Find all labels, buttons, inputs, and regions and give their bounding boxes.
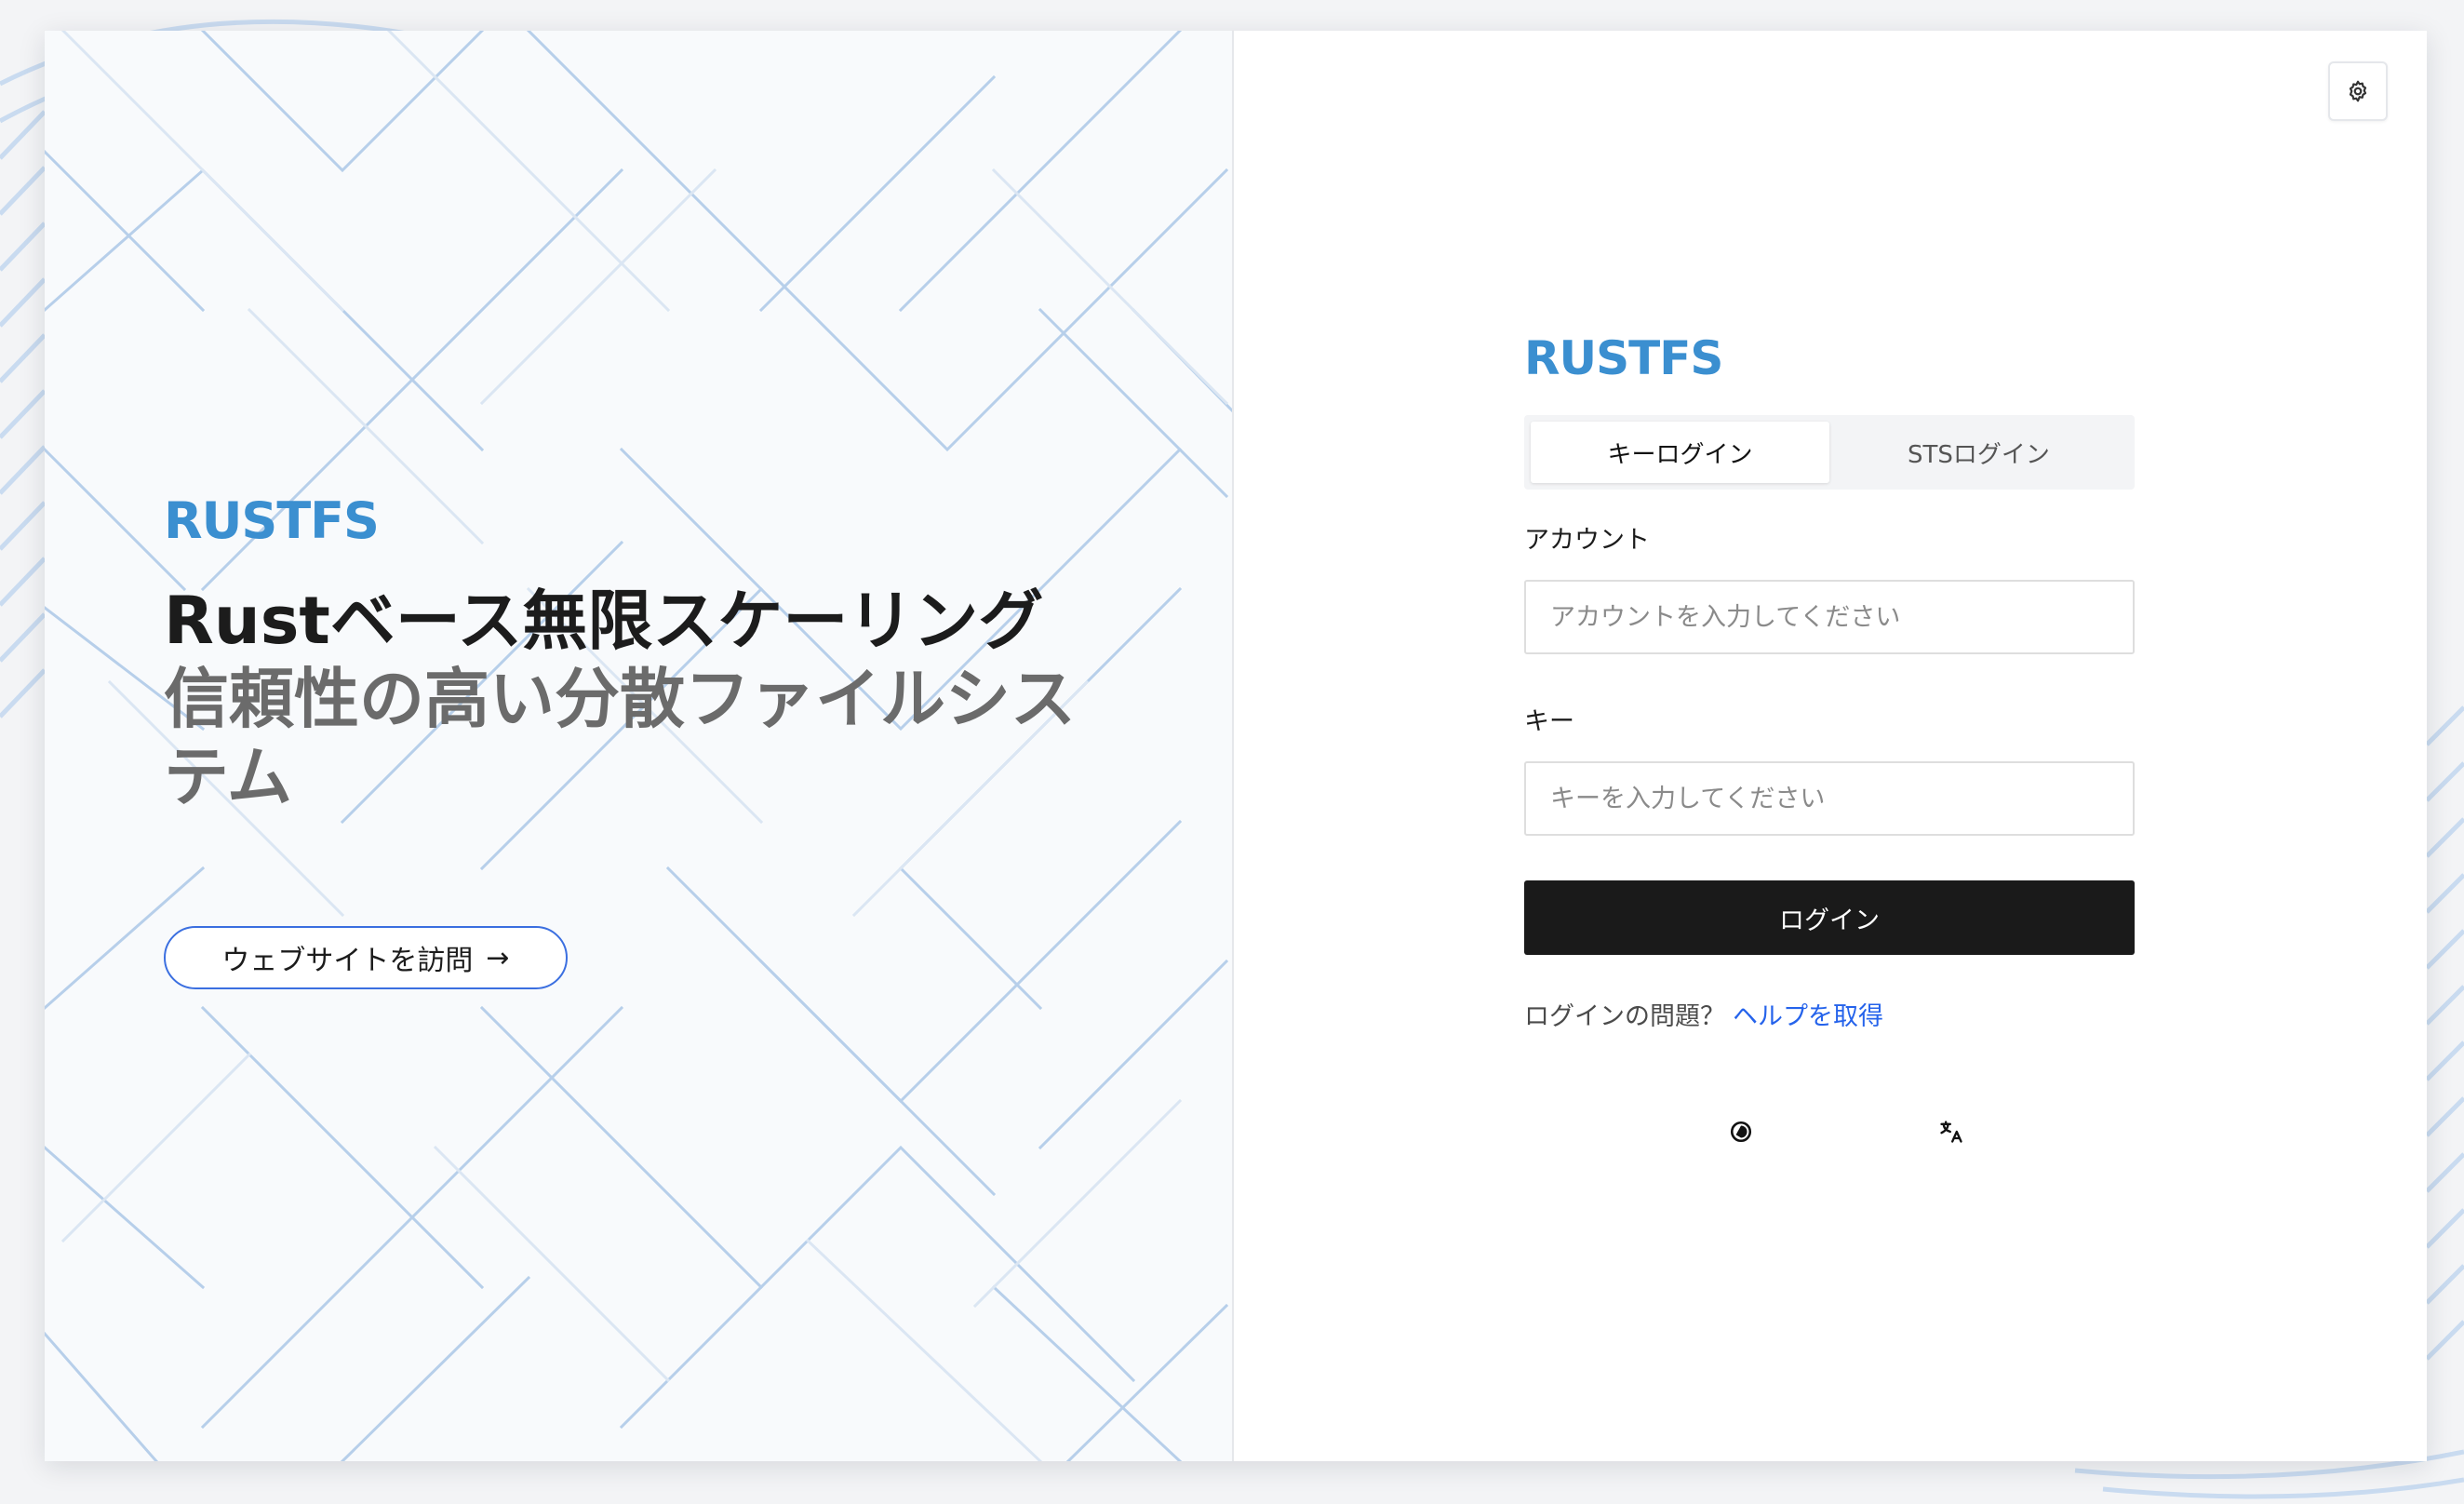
key-label: キー xyxy=(1524,707,1574,736)
tab-key-login[interactable]: キーログイン xyxy=(1531,422,1829,483)
arrow-right-icon: → xyxy=(486,941,510,974)
login-form: RUSTFS キーログイン STSログイン アカウント キー ログイン ログイン… xyxy=(1524,335,2135,1032)
hero-title: Rustベース無限スケーリング xyxy=(164,583,1044,659)
login-button[interactable]: ログイン xyxy=(1524,880,2135,955)
theme-toggle-button[interactable] xyxy=(1725,1116,1757,1148)
help-text: ログインの問題？ xyxy=(1524,1002,1725,1031)
login-tabs: キーログイン STSログイン xyxy=(1524,415,2135,490)
theme-toggle-icon xyxy=(1730,1121,1752,1143)
settings-button[interactable] xyxy=(2328,61,2388,121)
key-input[interactable] xyxy=(1524,761,2135,836)
language-button[interactable] xyxy=(1935,1116,1967,1148)
hero-subtitle: 信頼性の高い分散ファイルシステム xyxy=(164,661,1076,815)
account-label: アカウント xyxy=(1524,526,1650,555)
help-link[interactable]: ヘルプを取得 xyxy=(1733,1002,1883,1031)
hero-logo: RUSTFS xyxy=(164,491,380,550)
translate-icon xyxy=(1940,1121,1962,1143)
account-input[interactable] xyxy=(1524,580,2135,654)
login-card: RUSTFS Rustベース無限スケーリング 信頼性の高い分散ファイルシステム … xyxy=(45,31,2427,1461)
hero-content: RUSTFS Rustベース無限スケーリング 信頼性の高い分散ファイルシステム xyxy=(164,496,1169,816)
bottom-toolbar xyxy=(1725,1116,1967,1148)
gear-icon xyxy=(2349,80,2367,102)
help-line: ログインの問題？ ヘルプを取得 xyxy=(1524,996,2135,1032)
visit-website-label: ウェブサイトを訪問 xyxy=(221,945,474,977)
tab-sts-login[interactable]: STSログイン xyxy=(1829,422,2128,483)
form-logo: RUSTFS xyxy=(1524,331,1723,385)
login-panel: RUSTFS キーログイン STSログイン アカウント キー ログイン ログイン… xyxy=(1234,31,2427,1461)
hero-panel: RUSTFS Rustベース無限スケーリング 信頼性の高い分散ファイルシステム … xyxy=(45,31,1234,1461)
visit-website-button[interactable]: ウェブサイトを訪問 → xyxy=(164,926,568,989)
